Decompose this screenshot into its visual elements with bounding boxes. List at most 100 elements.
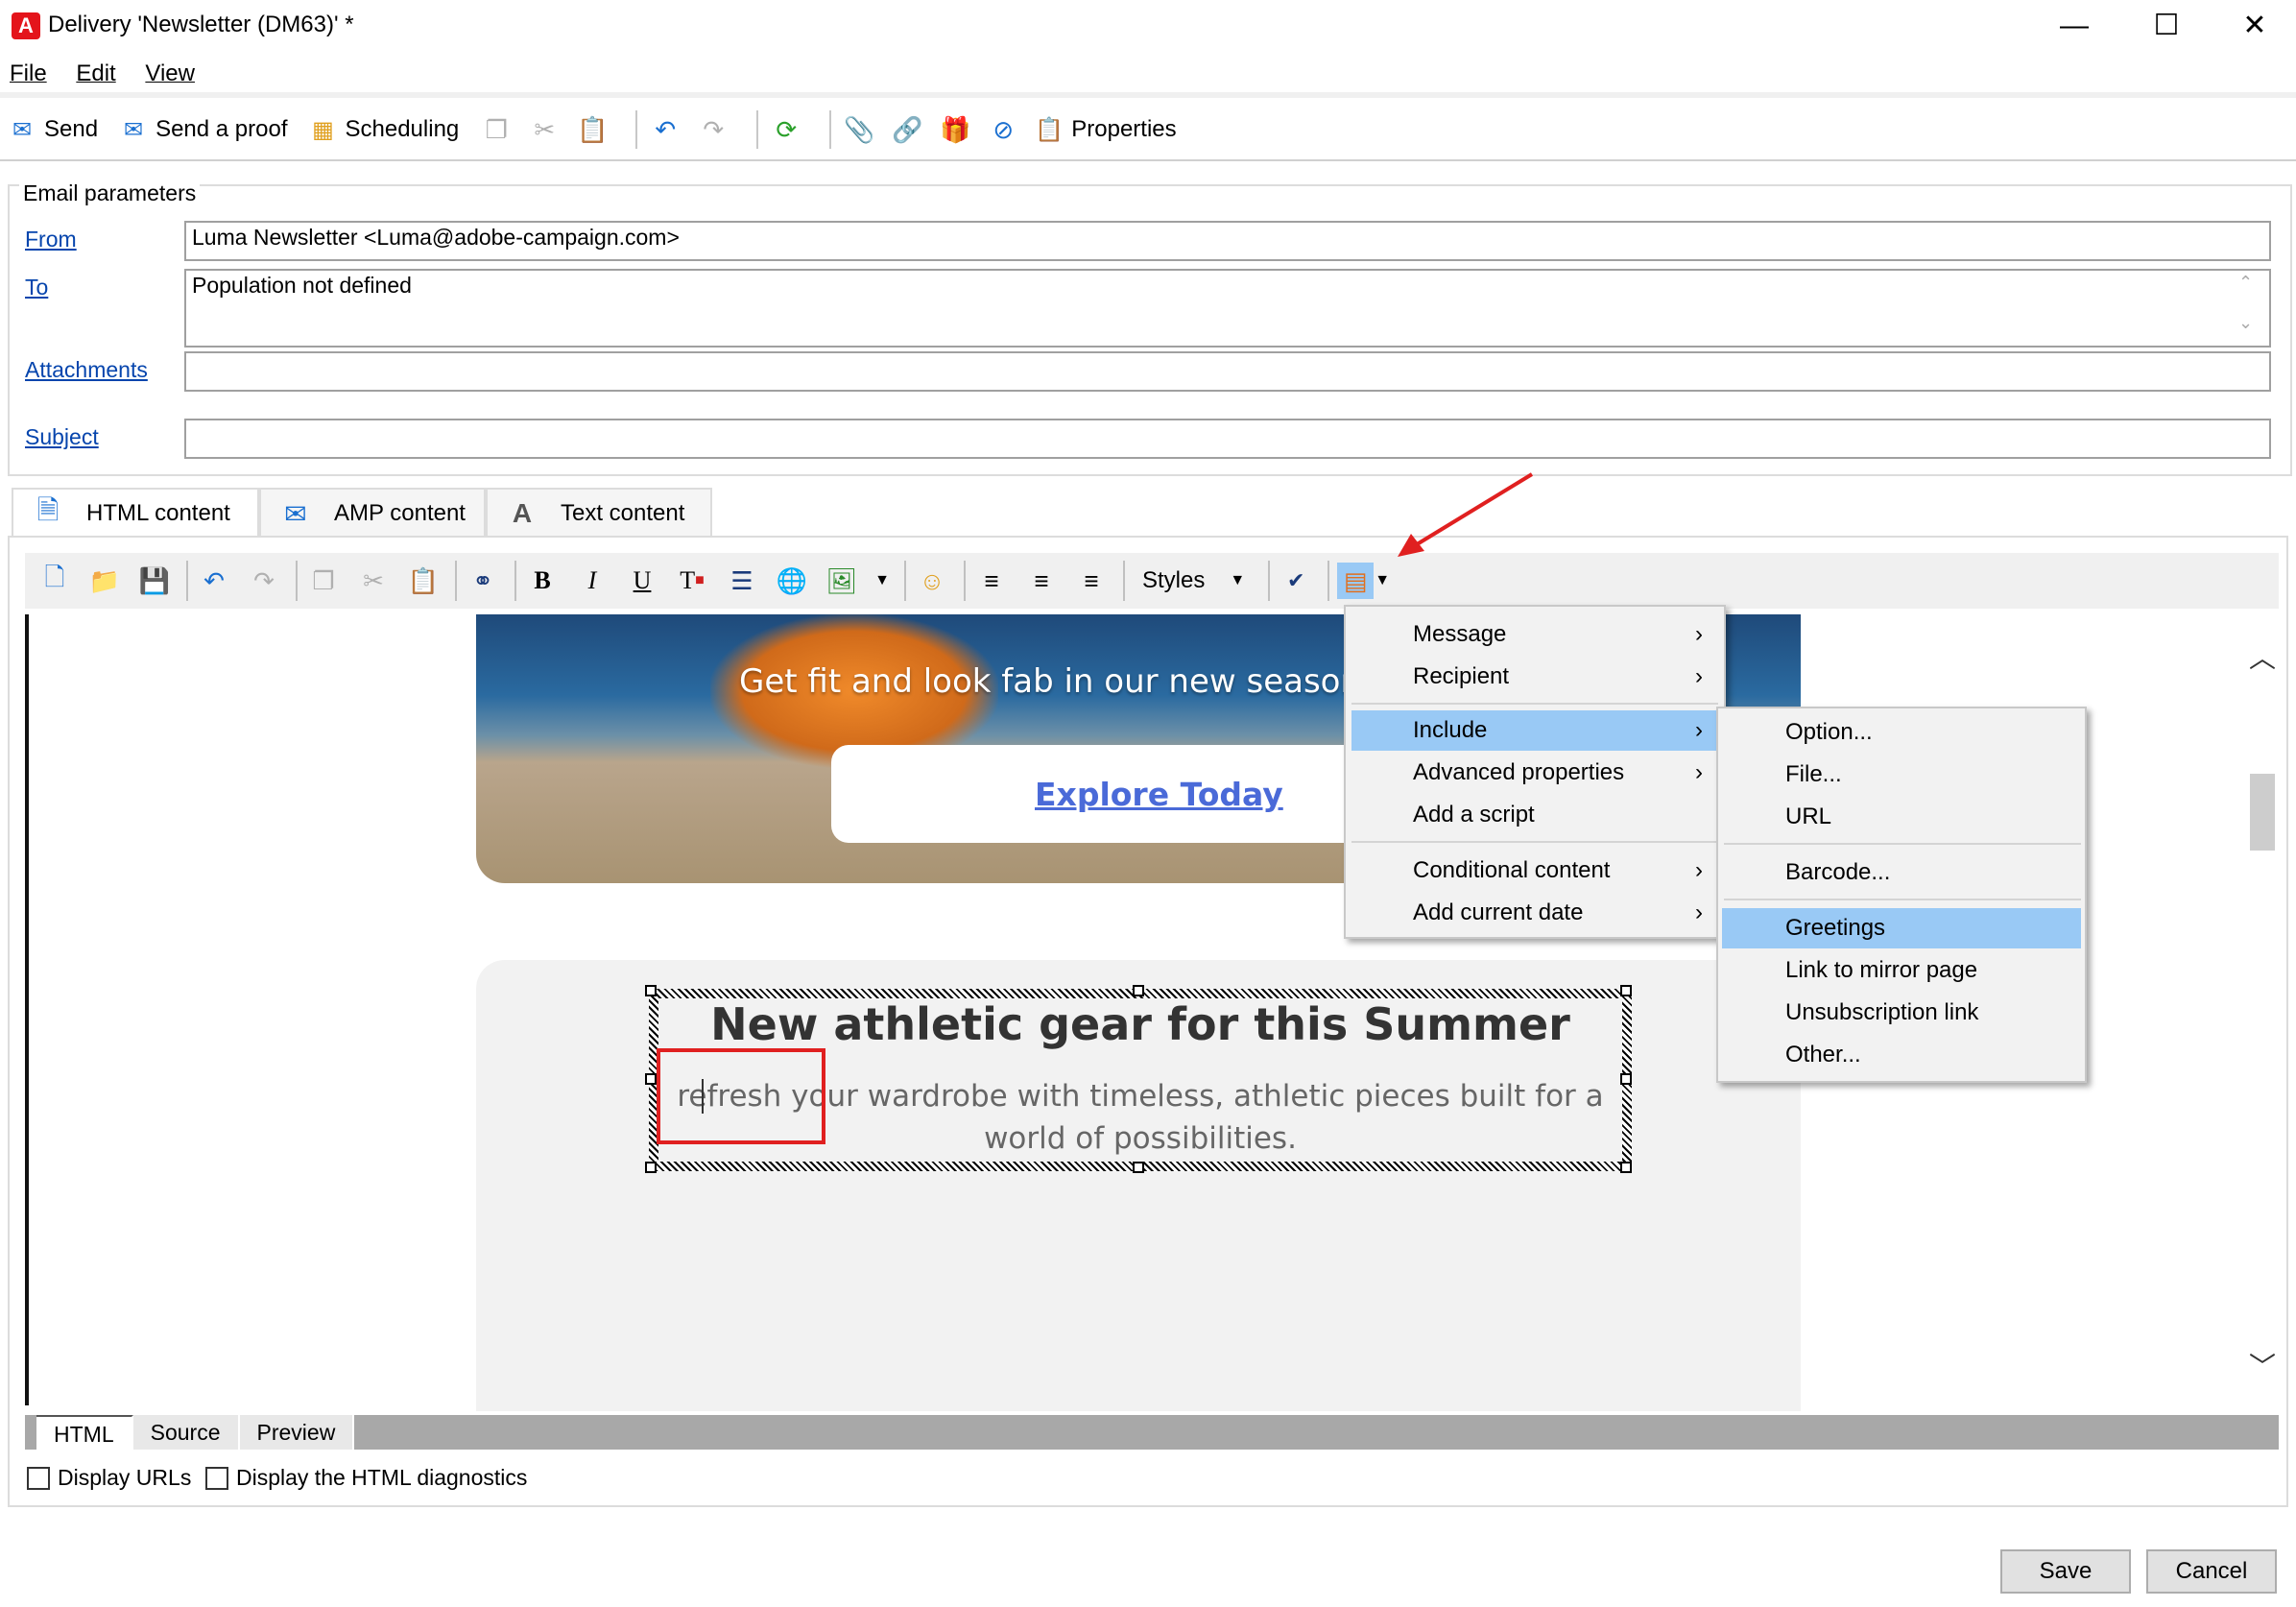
bold-icon[interactable]: B xyxy=(524,563,561,599)
maximize-button[interactable]: ☐ xyxy=(2123,4,2210,48)
display-urls-checkbox[interactable] xyxy=(27,1466,50,1490)
menu-separator xyxy=(1724,843,2081,845)
insert-image-icon[interactable]: 🖼 xyxy=(824,563,860,599)
tab-preview[interactable]: Preview xyxy=(239,1415,355,1450)
from-field[interactable]: Luma Newsletter <Luma@adobe-campaign.com… xyxy=(184,221,2271,261)
resize-handle[interactable] xyxy=(645,985,657,996)
resize-handle[interactable] xyxy=(1620,1073,1632,1085)
resize-handle[interactable] xyxy=(1133,1162,1144,1173)
card-heading[interactable]: New athletic gear for this Summer xyxy=(649,998,1632,1050)
tab-amp-content[interactable]: ✉ AMP content xyxy=(259,488,486,538)
menu-item-conditional-content[interactable]: Conditional content › xyxy=(1351,851,1718,891)
tab-html-content[interactable]: 🗎 HTML content xyxy=(12,488,259,538)
attachments-field[interactable] xyxy=(184,351,2271,392)
to-scroll-down-icon[interactable]: ⌄ xyxy=(2238,313,2253,333)
submenu-item-option[interactable]: Option... xyxy=(1722,712,2081,753)
align-left-icon[interactable]: ≡ xyxy=(973,563,1010,599)
display-html-diagnostics-option[interactable]: Display the HTML diagnostics xyxy=(205,1465,527,1491)
submenu-item-barcode[interactable]: Barcode... xyxy=(1722,852,2081,893)
align-right-icon[interactable]: ≡ xyxy=(1073,563,1110,599)
personalization-dropdown-icon[interactable]: ▼ xyxy=(1374,563,1391,599)
menu-view[interactable]: View xyxy=(145,56,195,92)
submenu-item-unsubscription-link[interactable]: Unsubscription link xyxy=(1722,993,2081,1033)
link-icon[interactable]: 🔗 xyxy=(891,113,923,146)
to-scroll-up-icon[interactable]: ⌃ xyxy=(2238,273,2253,293)
paste-icon[interactable]: 📋 xyxy=(405,563,442,599)
redo-icon[interactable]: ↷ xyxy=(697,113,729,146)
resize-handle[interactable] xyxy=(1133,985,1144,996)
refresh-icon[interactable]: ⟳ xyxy=(770,113,802,146)
explore-today-link[interactable]: Explore Today xyxy=(1035,776,1283,813)
personalization-icon[interactable]: ▤ xyxy=(1337,563,1375,599)
open-folder-icon[interactable]: 📁 xyxy=(86,563,123,599)
cut-icon[interactable]: ✂ xyxy=(528,113,561,146)
menu-item-add-a-script[interactable]: Add a script xyxy=(1351,795,1718,835)
save-icon[interactable]: 💾 xyxy=(136,563,173,599)
undo-icon[interactable]: ↶ xyxy=(196,563,232,599)
attachments-link[interactable]: Attachments xyxy=(25,357,148,383)
align-center-icon[interactable]: ≡ xyxy=(1023,563,1060,599)
menu-edit[interactable]: Edit xyxy=(76,56,115,92)
scrollbar-thumb[interactable] xyxy=(2250,774,2275,851)
display-urls-option[interactable]: Display URLs xyxy=(27,1465,191,1491)
underline-icon[interactable]: U xyxy=(624,563,660,599)
clear-format-icon[interactable]: T ■ xyxy=(674,563,710,599)
menu-item-message[interactable]: Message › xyxy=(1351,614,1718,655)
close-window-button[interactable]: ✕ xyxy=(2212,4,2296,48)
menu-file[interactable]: File xyxy=(10,56,47,92)
to-field[interactable]: Population not defined xyxy=(184,269,2271,348)
redo-icon[interactable]: ↷ xyxy=(246,563,282,599)
save-button[interactable]: Save xyxy=(2000,1549,2131,1594)
menu-item-add-current-date[interactable]: Add current date › xyxy=(1351,893,1718,933)
menu-item-include[interactable]: Include › xyxy=(1351,710,1718,751)
gift-icon[interactable]: 🎁 xyxy=(939,113,971,146)
paste-icon[interactable]: 📋 xyxy=(576,113,609,146)
scroll-down-icon[interactable]: ﹀ xyxy=(2246,1346,2279,1384)
submenu-item-other[interactable]: Other... xyxy=(1722,1035,2081,1075)
subject-field[interactable] xyxy=(184,419,2271,459)
resize-handle[interactable] xyxy=(645,1162,657,1173)
italic-icon[interactable]: I xyxy=(574,563,610,599)
resize-handle[interactable] xyxy=(645,1073,657,1085)
tab-text-content[interactable]: A Text content xyxy=(486,488,712,538)
editor-vertical-scrollbar[interactable] xyxy=(2246,614,2279,1411)
tab-html[interactable]: HTML xyxy=(36,1415,133,1450)
tab-source[interactable]: Source xyxy=(132,1415,240,1450)
cancel-button[interactable]: Cancel xyxy=(2146,1549,2277,1594)
tracking-icon[interactable]: ⊘ xyxy=(987,113,1019,146)
editor-view-tabs: HTML Source Preview xyxy=(25,1415,2279,1450)
emoji-icon[interactable]: ☺ xyxy=(914,563,950,599)
spellcheck-icon[interactable]: ✔ xyxy=(1278,563,1314,599)
cut-icon[interactable]: ✂ xyxy=(355,563,392,599)
submenu-item-link-to-mirror-page[interactable]: Link to mirror page xyxy=(1722,950,2081,991)
submenu-item-url[interactable]: URL xyxy=(1722,797,2081,837)
menu-item-recipient[interactable]: Recipient › xyxy=(1351,657,1718,697)
send-proof-button[interactable]: ✉ Send a proof xyxy=(119,116,288,143)
styles-dropdown[interactable]: Styles ▼ xyxy=(1133,567,1255,594)
properties-button[interactable]: 📋 Properties xyxy=(1035,116,1176,143)
menu-item-advanced-properties[interactable]: Advanced properties › xyxy=(1351,753,1718,793)
image-dropdown-icon[interactable]: ▼ xyxy=(873,563,891,599)
scroll-up-icon[interactable]: ︿ xyxy=(2246,637,2279,676)
copy-icon[interactable]: ❐ xyxy=(480,113,513,146)
tab-strip-fill xyxy=(354,1415,2279,1450)
insert-link-icon[interactable]: 🌐 xyxy=(774,563,810,599)
resize-handle[interactable] xyxy=(1620,1162,1632,1173)
subject-link[interactable]: Subject xyxy=(25,424,99,450)
from-link[interactable]: From xyxy=(25,227,77,252)
bullet-list-icon[interactable]: ☰ xyxy=(724,563,760,599)
new-document-icon[interactable]: 🗋 xyxy=(36,563,73,599)
resize-handle[interactable] xyxy=(1620,985,1632,996)
minimize-button[interactable]: — xyxy=(2031,4,2117,48)
display-html-diagnostics-checkbox[interactable] xyxy=(205,1466,228,1490)
submenu-item-greetings[interactable]: Greetings xyxy=(1722,908,2081,948)
scheduling-button[interactable]: ▦ Scheduling xyxy=(309,116,459,143)
find-binoculars-icon[interactable]: ⚭ xyxy=(465,563,501,599)
chevron-right-icon: › xyxy=(1695,663,1703,689)
send-button[interactable]: ✉ Send xyxy=(8,116,98,143)
to-link[interactable]: To xyxy=(25,275,48,300)
copy-icon[interactable]: ❐ xyxy=(305,563,342,599)
undo-icon[interactable]: ↶ xyxy=(649,113,682,146)
attachment-icon[interactable]: 📎 xyxy=(843,113,875,146)
submenu-item-file[interactable]: File... xyxy=(1722,755,2081,795)
